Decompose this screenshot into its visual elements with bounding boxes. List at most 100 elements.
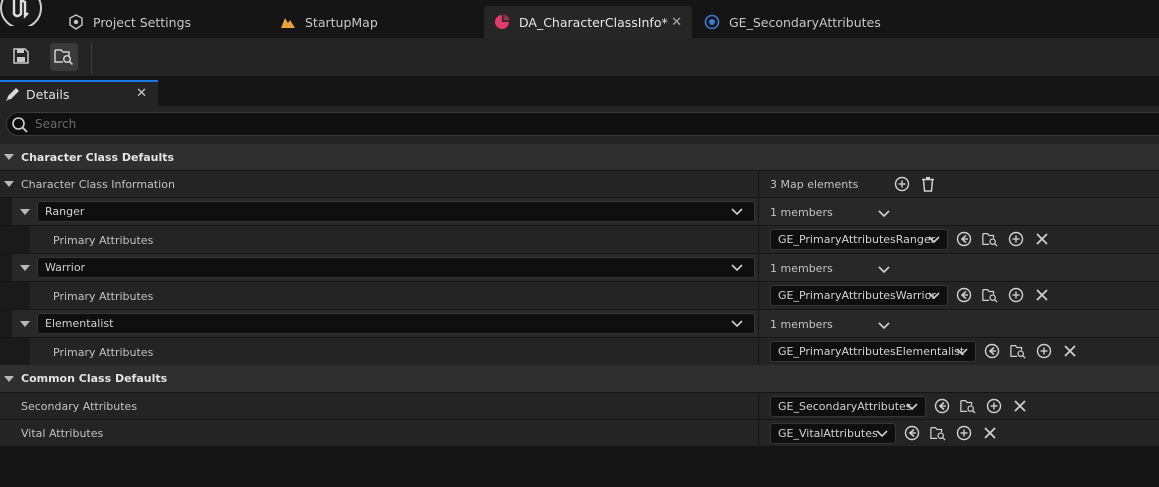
chevron-down-icon[interactable] [876, 317, 892, 333]
column-divider [758, 420, 759, 446]
tab-label: DA_CharacterClassInfo* [519, 14, 668, 30]
clear-icon[interactable] [1062, 343, 1078, 359]
map-key-combo[interactable]: Warrior [37, 257, 755, 278]
clear-icon[interactable] [982, 425, 998, 441]
member-count: 1 members [770, 206, 833, 219]
gear-icon [68, 14, 84, 30]
clear-icon[interactable] [1034, 231, 1050, 247]
use-selected-icon[interactable] [934, 398, 950, 414]
chevron-down-icon [731, 262, 743, 275]
chevron-down-icon [876, 428, 888, 441]
details-panel-tab[interactable]: Details ✕ [0, 80, 158, 106]
collapse-arrow-icon[interactable] [20, 265, 30, 271]
collapse-arrow-icon[interactable] [4, 154, 14, 160]
member-count: 1 members [770, 318, 833, 331]
chevron-down-icon [956, 346, 968, 359]
browse-folder-icon[interactable] [1010, 343, 1026, 359]
tab-ge-secondary-attributes[interactable]: GE_SecondaryAttributes [694, 6, 904, 38]
column-divider [758, 254, 759, 281]
save-button[interactable] [7, 43, 35, 71]
trash-icon[interactable] [920, 176, 936, 192]
category-common-class-defaults[interactable]: Common Class Defaults [0, 365, 1159, 392]
use-selected-icon[interactable] [956, 287, 972, 303]
use-selected-icon[interactable] [904, 425, 920, 441]
search-bar [0, 106, 1159, 144]
column-divider [758, 393, 759, 419]
browse-folder-icon[interactable] [930, 425, 946, 441]
chevron-down-icon [928, 234, 940, 247]
browse-folder-icon[interactable] [982, 287, 998, 303]
browse-folder-icon[interactable] [982, 231, 998, 247]
tab-startup-map[interactable]: StartupMap [270, 6, 470, 38]
indent-guide [0, 226, 30, 253]
property-label: Secondary Attributes [21, 400, 138, 413]
tab-label: StartupMap [305, 14, 378, 30]
browse-to-asset-button[interactable] [50, 43, 78, 71]
close-tab-icon[interactable]: ✕ [671, 15, 682, 30]
clear-icon[interactable] [1012, 398, 1028, 414]
collapse-arrow-icon[interactable] [20, 209, 30, 215]
add-icon[interactable] [986, 398, 1002, 414]
folder-search-icon [54, 47, 74, 68]
map-icon [280, 14, 296, 30]
browse-folder-icon[interactable] [960, 398, 976, 414]
collapse-arrow-icon[interactable] [4, 181, 14, 187]
add-element-icon[interactable] [894, 176, 910, 192]
primary-attributes-row-elementalist: Primary Attributes GE_PrimaryAttributesE… [0, 337, 1159, 365]
property-label: Primary Attributes [53, 290, 154, 303]
unreal-logo-icon[interactable] [0, 0, 44, 29]
search-box [6, 112, 1159, 136]
column-divider [758, 198, 759, 225]
property-label: Character Class Information [21, 178, 175, 191]
category-character-class-defaults[interactable]: Character Class Defaults [0, 144, 1159, 170]
asset-value: GE_PrimaryAttributesWarrior [778, 289, 936, 302]
tab-da-character-class-info[interactable]: DA_CharacterClassInfo* ✕ [484, 6, 692, 38]
secondary-attributes-row: Secondary Attributes GE_SecondaryAttribu… [0, 392, 1159, 419]
tab-project-settings[interactable]: Project Settings [58, 6, 258, 38]
panel-tab-strip: Details ✕ [0, 78, 1159, 106]
toolbar-separator [91, 42, 92, 74]
indent-guide [0, 198, 12, 225]
member-count: 1 members [770, 262, 833, 275]
asset-picker-combo[interactable]: GE_PrimaryAttributesWarrior [770, 285, 948, 306]
map-key-value: Ranger [45, 205, 85, 218]
map-key-combo[interactable]: Elementalist [37, 313, 755, 334]
primary-attributes-row-ranger: Primary Attributes GE_PrimaryAttributesR… [0, 225, 1159, 253]
use-selected-icon[interactable] [956, 231, 972, 247]
pencil-icon [5, 87, 20, 102]
search-icon [11, 116, 29, 137]
chevron-down-icon[interactable] [876, 261, 892, 277]
add-icon[interactable] [956, 425, 972, 441]
asset-value: GE_VitalAttributes [778, 427, 878, 440]
column-divider [758, 338, 759, 365]
character-class-information-row: Character Class Information 3 Map elemen… [0, 170, 1159, 197]
tab-label: Project Settings [93, 14, 192, 30]
add-icon[interactable] [1008, 287, 1024, 303]
chevron-down-icon[interactable] [876, 205, 892, 221]
tab-label: GE_SecondaryAttributes [729, 14, 881, 30]
collapse-arrow-icon[interactable] [4, 376, 14, 382]
asset-picker-combo[interactable]: GE_PrimaryAttributesElementalist [770, 341, 976, 362]
data-asset-icon [494, 14, 510, 30]
collapse-arrow-icon[interactable] [20, 321, 30, 327]
asset-picker-combo[interactable]: GE_PrimaryAttributesRanger [770, 229, 948, 250]
map-key-value: Elementalist [45, 317, 114, 330]
asset-value: GE_PrimaryAttributesRanger [778, 233, 936, 246]
clear-icon[interactable] [1034, 287, 1050, 303]
column-divider [758, 282, 759, 309]
use-selected-icon[interactable] [984, 343, 1000, 359]
category-label: Character Class Defaults [21, 151, 175, 164]
save-icon [12, 47, 30, 68]
asset-picker-combo[interactable]: GE_VitalAttributes [770, 423, 896, 444]
asset-picker-combo[interactable]: GE_SecondaryAttributes [770, 396, 926, 417]
indent-guide [0, 282, 30, 309]
details-tab-label: Details [26, 86, 70, 102]
map-count: 3 Map elements [770, 178, 859, 191]
search-input[interactable] [35, 115, 935, 133]
column-divider [758, 310, 759, 337]
close-panel-icon[interactable]: ✕ [136, 86, 147, 101]
property-label: Vital Attributes [21, 427, 104, 440]
add-icon[interactable] [1008, 231, 1024, 247]
add-icon[interactable] [1036, 343, 1052, 359]
map-key-combo[interactable]: Ranger [37, 201, 755, 222]
